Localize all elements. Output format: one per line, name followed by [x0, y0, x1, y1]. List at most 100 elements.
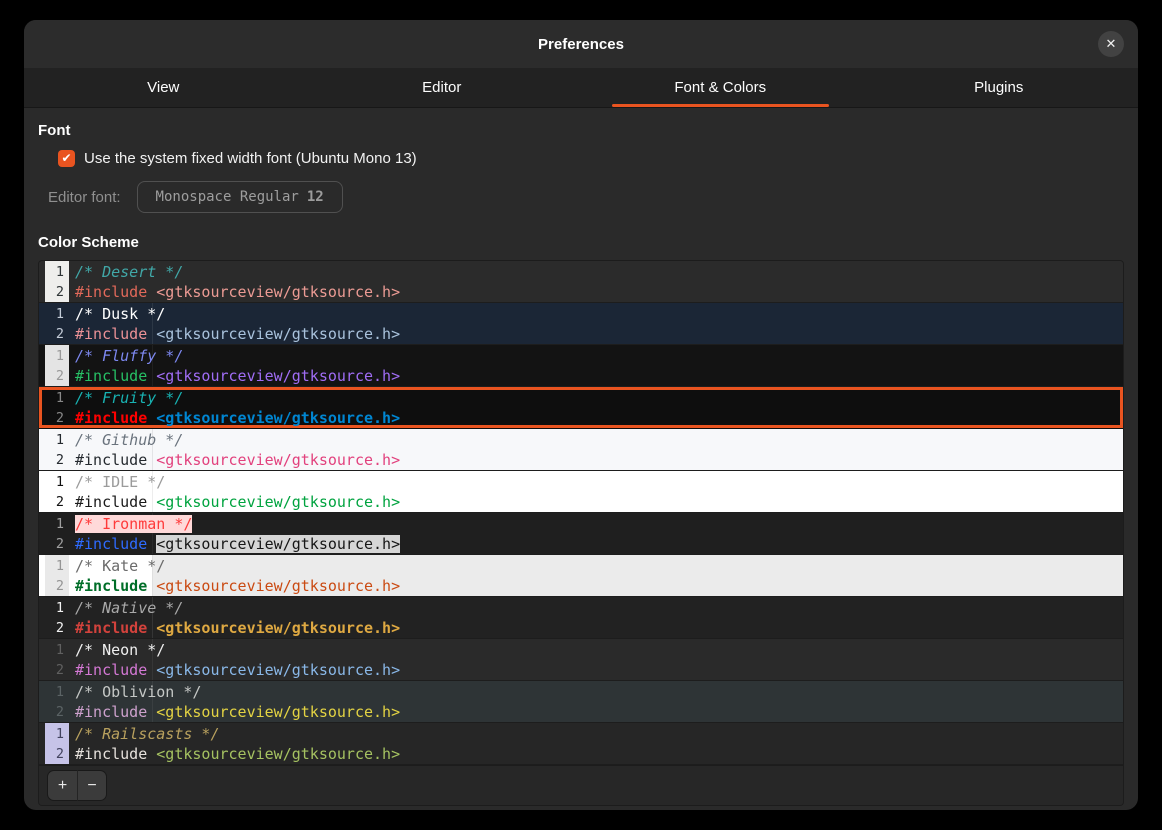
tab-editor[interactable]: Editor [303, 68, 582, 107]
scheme-comment: /* Kate */ [75, 557, 165, 575]
line-number: 2 [56, 618, 64, 638]
editor-font-button[interactable]: Monospace Regular 12 [137, 181, 343, 213]
close-icon: ✕ [1106, 36, 1117, 52]
line-number: 2 [56, 660, 64, 680]
line-number: 1 [56, 724, 64, 744]
line-number: 2 [56, 366, 64, 386]
scheme-row-oblivion[interactable]: 12/* Oblivion */#include <gtksourceview/… [39, 681, 1123, 723]
include-keyword: #include [75, 745, 147, 763]
code-preview: /* Oblivion */#include <gtksourceview/gt… [75, 681, 400, 722]
line-number: 1 [56, 346, 64, 366]
code-preview: /* Github */#include <gtksourceview/gtks… [75, 429, 400, 470]
line-number: 1 [56, 640, 64, 660]
include-keyword: #include [75, 325, 147, 343]
scheme-comment: /* Desert */ [75, 263, 183, 281]
line-number: 2 [56, 324, 64, 344]
color-scheme-list: 12/* Desert */#include <gtksourceview/gt… [38, 260, 1124, 806]
scheme-row-idle[interactable]: 12/* IDLE */#include <gtksourceview/gtks… [39, 471, 1123, 513]
line-number-gutter: 12 [45, 555, 69, 596]
line-number: 2 [56, 450, 64, 470]
scheme-row-desert[interactable]: 12 /* Desert */ #include <gtksourceview/gt… [39, 261, 1123, 303]
editor-font-row: Editor font: Monospace Regular 12 [48, 181, 1124, 213]
code-preview: /* Neon */#include <gtksourceview/gtksou… [75, 639, 400, 680]
line-number: 1 [56, 514, 64, 534]
code-space [147, 703, 156, 721]
include-keyword: #include [75, 577, 147, 595]
system-font-checkbox[interactable]: ✔ [58, 150, 75, 167]
tab-bar: View Editor Font & Colors Plugins [24, 68, 1138, 108]
editor-font-size: 12 [307, 189, 324, 205]
scheme-comment: /* Neon */ [75, 641, 165, 659]
scheme-row-neon[interactable]: 12/* Neon */#include <gtksourceview/gtks… [39, 639, 1123, 681]
include-keyword: #include [75, 409, 147, 427]
include-string: <gtksourceview/gtksource.h> [156, 409, 400, 427]
scheme-row-fluffy[interactable]: 12/* Fluffy */#include <gtksourceview/gt… [39, 345, 1123, 387]
scheme-row-railscasts[interactable]: 12/* Railscasts */#include <gtksourcevie… [39, 723, 1123, 765]
code-space [147, 619, 156, 637]
scheme-comment: /* Fruity */ [75, 389, 183, 407]
include-string: <gtksourceview/gtksource.h> [156, 661, 400, 679]
checkmark-icon: ✔ [61, 151, 71, 165]
code-preview: /* Kate */ #include <gtksourceview/gtksou… [75, 555, 400, 596]
include-keyword: #include [75, 451, 147, 469]
include-keyword: #include [75, 703, 147, 721]
line-number: 2 [56, 492, 64, 512]
plus-icon: + [58, 777, 67, 795]
include-keyword: #include [75, 535, 147, 553]
editor-font-name: Monospace Regular [156, 189, 299, 205]
include-string: <gtksourceview/gtksource.h> [156, 493, 400, 511]
scheme-comment: /* Github */ [75, 431, 183, 449]
add-scheme-button[interactable]: + [47, 770, 77, 801]
scheme-comment: /* Oblivion */ [75, 683, 201, 701]
scheme-row-kate[interactable]: 12 /* Kate */ #include <gtksourceview/gtks… [39, 555, 1123, 597]
include-string: <gtksourceview/gtksource.h> [156, 325, 400, 343]
scheme-row-github[interactable]: 12/* Github */#include <gtksourceview/gt… [39, 429, 1123, 471]
line-number: 1 [56, 430, 64, 450]
line-number-gutter: 12 [45, 639, 69, 680]
include-string: <gtksourceview/gtksource.h> [156, 283, 400, 301]
scheme-comment: /* Native */ [75, 599, 183, 617]
scheme-row-ironman[interactable]: 12/* Ironman */#include <gtksourceview/g… [39, 513, 1123, 555]
line-number: 2 [56, 576, 64, 596]
font-section-heading: Font [38, 122, 1124, 139]
line-number-gutter: 12 [45, 597, 69, 638]
include-string: <gtksourceview/gtksource.h> [156, 745, 400, 763]
include-string: <gtksourceview/gtksource.h> [156, 577, 400, 595]
code-space [147, 577, 156, 595]
code-space [147, 745, 156, 763]
scheme-comment: /* Fluffy */ [75, 347, 183, 365]
code-preview: /* Fruity */ #include <gtksourceview/gtks… [75, 387, 400, 428]
scheme-row-fruity[interactable]: 12/* Fruity */#include <gtksourceview/gt… [39, 387, 1123, 429]
include-string: <gtksourceview/gtksource.h> [156, 367, 400, 385]
include-keyword: #include [75, 493, 147, 511]
close-button[interactable]: ✕ [1098, 31, 1124, 57]
remove-scheme-button[interactable]: − [77, 770, 107, 801]
line-number-gutter: 12 [45, 723, 69, 764]
tab-plugins[interactable]: Plugins [860, 68, 1139, 107]
tab-font-colors[interactable]: Font & Colors [581, 68, 860, 107]
code-space [147, 535, 156, 553]
include-string: <gtksourceview/gtksource.h> [156, 619, 400, 637]
line-number-gutter: 12 [45, 681, 69, 722]
font-colors-page: Font ✔ Use the system fixed width font (… [24, 122, 1138, 806]
line-number-gutter: 12 [45, 303, 69, 344]
include-keyword: #include [75, 283, 147, 301]
line-number-gutter: 12 [45, 261, 69, 302]
code-space [147, 661, 156, 679]
scheme-row-dusk[interactable]: 12/* Dusk */#include <gtksourceview/gtks… [39, 303, 1123, 345]
scheme-row-native[interactable]: 12/* Native */#include <gtksourceview/gt… [39, 597, 1123, 639]
scheme-comment: /* IDLE */ [75, 473, 165, 491]
line-number: 1 [56, 598, 64, 618]
scheme-comment: /* Ironman */ [75, 515, 192, 533]
line-number: 1 [56, 304, 64, 324]
editor-font-label: Editor font: [48, 189, 121, 206]
line-number: 2 [56, 744, 64, 764]
tab-view[interactable]: View [24, 68, 303, 107]
line-number-gutter: 12 [45, 429, 69, 470]
system-font-row: ✔ Use the system fixed width font (Ubunt… [58, 148, 1124, 168]
code-space [147, 451, 156, 469]
line-number-gutter: 12 [45, 513, 69, 554]
minus-icon: − [87, 777, 96, 795]
preferences-dialog: Preferences ✕ View Editor Font & Colors … [24, 20, 1138, 810]
code-preview: /* IDLE */ #include <gtksourceview/gtksou… [75, 471, 400, 512]
